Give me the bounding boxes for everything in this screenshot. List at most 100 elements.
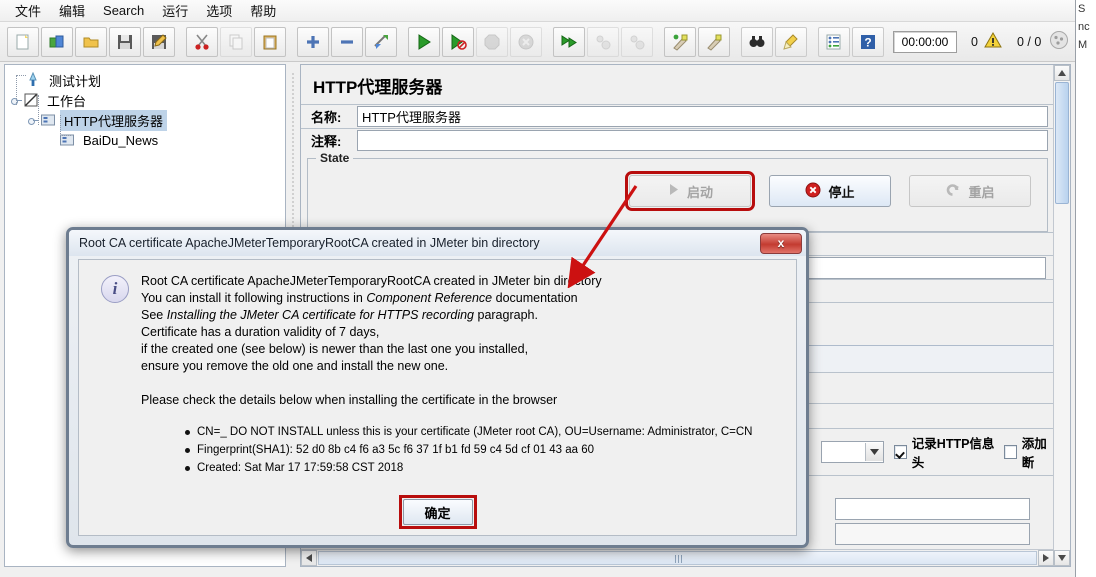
add-assertions-checkbox[interactable]: 添加断 [1004, 433, 1054, 471]
remote-shutdown-all-icon[interactable] [621, 26, 653, 57]
horizontal-scrollbar[interactable] [301, 549, 1054, 566]
dialog-body: i Root CA certificate ApacheJMeterTempor… [78, 259, 797, 536]
add-assertions-label: 添加断 [1021, 437, 1047, 470]
dialog-title-bar[interactable]: Root CA certificate ApacheJMeterTemporar… [69, 230, 806, 256]
elapsed-time-field: 00:00:00 [893, 30, 957, 53]
stop-button-label: 停止 [828, 184, 855, 200]
info-icon: i [101, 275, 129, 303]
name-input[interactable]: HTTP代理服务器 [357, 106, 1048, 127]
tree-node-label: BaiDu_News [83, 132, 159, 148]
scroll-grip-icon [674, 555, 682, 563]
dialog-button-bar: 确定 [79, 495, 796, 529]
vertical-scrollbar[interactable] [1053, 65, 1070, 566]
save-as-icon[interactable] [143, 26, 175, 57]
dialog-message-line: Certificate has a duration validity of 7… [141, 324, 782, 341]
capture-http-headers-checkbox[interactable]: 记录HTTP信息头 [894, 433, 994, 471]
menu-edit[interactable]: 编辑 [50, 0, 94, 22]
capture-http-headers-label: 记录HTTP信息头 [911, 437, 995, 470]
start-no-pauses-icon[interactable] [442, 26, 474, 57]
collapse-icon[interactable] [331, 26, 363, 57]
menu-bar: 文件 编辑 Search 运行 选项 帮助 [0, 0, 1075, 22]
horizontal-scroll-thumb[interactable] [318, 551, 1037, 565]
content-type-combo[interactable] [821, 441, 885, 463]
menu-options[interactable]: 选项 [197, 0, 241, 22]
ok-button[interactable]: 确定 [402, 499, 473, 525]
shutdown-icon[interactable] [510, 26, 542, 57]
toggle-icon[interactable] [365, 26, 397, 57]
function-helper-icon[interactable] [818, 26, 850, 57]
restart-button[interactable]: 重启 [909, 175, 1031, 207]
comment-input[interactable] [357, 130, 1048, 151]
tree-node-workbench[interactable]: 工作台 [11, 90, 285, 110]
search-icon[interactable] [741, 26, 773, 57]
templates-icon[interactable] [41, 26, 73, 57]
menu-run[interactable]: 运行 [153, 0, 197, 22]
chevron-down-icon[interactable] [865, 443, 884, 461]
help-icon[interactable]: ? [852, 26, 884, 57]
dialog-message: Root CA certificate ApacheJMeterTemporar… [141, 273, 782, 477]
dialog-message-line: See Installing the JMeter CA certificate… [141, 307, 782, 324]
tree-node-label: 测试计划 [49, 73, 102, 89]
tree-node-baidu-news[interactable]: BaiDu_News [11, 130, 285, 150]
save-icon[interactable] [109, 26, 141, 57]
svg-text:?: ? [864, 35, 871, 49]
dialog-message-line: You can install it following instruction… [141, 290, 782, 307]
new-icon[interactable] [7, 26, 39, 57]
list-item: CN=_ DO NOT INSTALL unless this is your … [185, 423, 782, 441]
stop-icon[interactable] [476, 26, 508, 57]
background-window-sliver[interactable]: S nc M [1075, 0, 1096, 577]
cut-icon[interactable] [186, 26, 218, 57]
line-text: ensure you remove the old one and instal… [141, 359, 449, 373]
clear-icon[interactable] [664, 26, 696, 57]
exclude-pattern-input[interactable] [835, 523, 1030, 545]
tree-node-label: 工作台 [47, 93, 87, 109]
tree-node-label: HTTP代理服务器 [60, 109, 167, 131]
line-text: Root CA certificate ApacheJMeterTemporar… [141, 274, 602, 288]
menu-help[interactable]: 帮助 [241, 0, 285, 22]
test-plan-icon [25, 71, 41, 88]
scroll-left-icon[interactable] [301, 550, 317, 566]
start-icon[interactable] [408, 26, 440, 57]
expand-icon[interactable] [297, 26, 329, 57]
page-title: HTTP代理服务器 [313, 78, 443, 97]
copy-icon[interactable] [220, 26, 252, 57]
proxy-server-icon [40, 112, 56, 128]
list-item: Fingerprint(SHA1): 52 d0 8b c4 f6 a3 5c … [185, 441, 782, 459]
include-pattern-input[interactable] [835, 498, 1030, 520]
root-ca-certificate-dialog: Root CA certificate ApacheJMeterTemporar… [66, 227, 809, 548]
menu-search[interactable]: Search [94, 1, 153, 20]
remote-start-all-icon[interactable] [553, 26, 585, 57]
close-icon[interactable]: x [760, 232, 802, 254]
background-window-text: M [1078, 39, 1088, 51]
line-text: if the created one (see below) is newer … [141, 342, 529, 356]
name-label: 名称: [311, 110, 342, 125]
line-text-tail: documentation [492, 291, 578, 305]
line-text-tail: paragraph. [474, 308, 538, 322]
scroll-right-icon[interactable] [1038, 550, 1054, 566]
thread-status-icon [1049, 30, 1069, 53]
state-group: State 启动 停止 重启 [307, 151, 1048, 232]
checkbox-box [1004, 445, 1017, 459]
start-button[interactable]: 启动 [625, 171, 755, 211]
clear-all-icon[interactable] [698, 26, 730, 57]
active-threads-count: 0 / 0 [1016, 34, 1042, 49]
dialog-message-spacer [141, 375, 782, 392]
stop-button[interactable]: 停止 [769, 175, 891, 207]
tree-node-test-plan[interactable]: 测试计划 [11, 70, 285, 90]
tree-node-http-proxy-server[interactable]: HTTP代理服务器 [11, 109, 285, 131]
line-text: Please check the details below when inst… [141, 393, 558, 407]
start-triangle-icon [667, 183, 680, 199]
dialog-message-line: if the created one (see below) is newer … [141, 341, 782, 358]
vertical-scroll-thumb[interactable] [1055, 82, 1069, 204]
remote-stop-all-icon[interactable] [587, 26, 619, 57]
menu-file[interactable]: 文件 [6, 0, 50, 22]
comment-row: 注释: [301, 128, 1054, 152]
paste-icon[interactable] [254, 26, 286, 57]
warning-icon[interactable] [983, 31, 1003, 52]
list-item: Created: Sat Mar 17 17:59:58 CST 2018 [185, 459, 782, 477]
line-text: See [141, 308, 167, 322]
scroll-down-icon[interactable] [1054, 550, 1070, 566]
scroll-up-icon[interactable] [1054, 65, 1070, 81]
open-icon[interactable] [75, 26, 107, 57]
search-reset-icon[interactable] [775, 26, 807, 57]
